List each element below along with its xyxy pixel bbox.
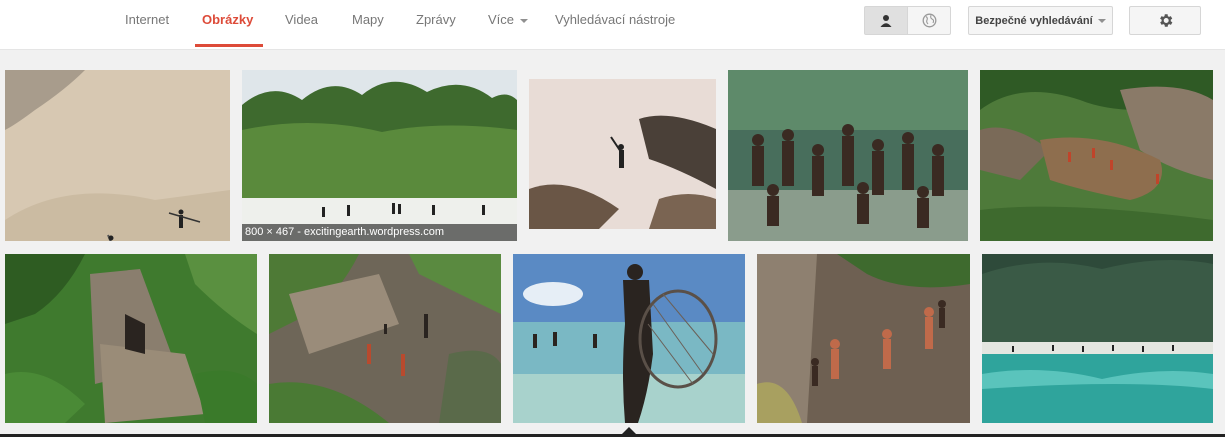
tab-maps[interactable]: Mapy <box>352 0 384 50</box>
image-result[interactable] <box>757 254 970 423</box>
tab-more[interactable]: Více <box>488 0 529 50</box>
image-result[interactable] <box>5 70 230 241</box>
chevron-down-icon <box>1097 18 1106 23</box>
globe-icon <box>922 13 936 28</box>
image-result[interactable] <box>513 254 745 423</box>
top-navigation-bar: Internet Obrázky Videa Mapy Zprávy Více … <box>0 0 1225 50</box>
image-result-thumbnail <box>529 79 716 229</box>
image-result[interactable]: 800 × 467 - excitingearth.wordpress.com <box>242 70 517 241</box>
image-result-thumbnail <box>980 70 1213 241</box>
image-result-thumbnail <box>982 254 1213 423</box>
safe-search-label: Bezpečné vyhledávání <box>975 14 1093 27</box>
image-result[interactable] <box>529 79 716 229</box>
tab-internet[interactable]: Internet <box>125 0 169 50</box>
settings-button[interactable] <box>1129 6 1201 35</box>
image-result[interactable] <box>269 254 501 423</box>
tab-search-tools[interactable]: Vyhledávací nástroje <box>555 0 675 50</box>
tab-videos[interactable]: Videa <box>285 0 318 50</box>
chevron-down-icon <box>520 18 529 23</box>
tab-news[interactable]: Zprávy <box>416 0 456 50</box>
image-result[interactable] <box>728 70 968 241</box>
gear-icon <box>1159 14 1172 27</box>
image-result-thumbnail <box>757 254 970 423</box>
image-result[interactable] <box>980 70 1213 241</box>
person-icon <box>880 14 892 27</box>
image-result-thumbnail <box>5 70 230 241</box>
active-tab-indicator <box>195 44 263 47</box>
safe-search-dropdown[interactable]: Bezpečné vyhledávání <box>968 6 1113 35</box>
tab-images[interactable]: Obrázky <box>202 0 253 50</box>
image-result-thumbnail <box>728 70 968 241</box>
tab-more-label: Více <box>488 12 515 27</box>
image-result[interactable] <box>5 254 257 423</box>
image-size-caption: 800 × 467 - excitingearth.wordpress.com <box>242 224 517 241</box>
image-result-thumbnail <box>269 254 501 423</box>
personal-results-toggle[interactable] <box>864 6 908 35</box>
image-result-thumbnail <box>242 70 517 241</box>
image-result-thumbnail <box>5 254 257 423</box>
image-result-thumbnail <box>513 254 745 423</box>
public-results-toggle[interactable] <box>907 6 951 35</box>
image-result[interactable] <box>982 254 1213 423</box>
